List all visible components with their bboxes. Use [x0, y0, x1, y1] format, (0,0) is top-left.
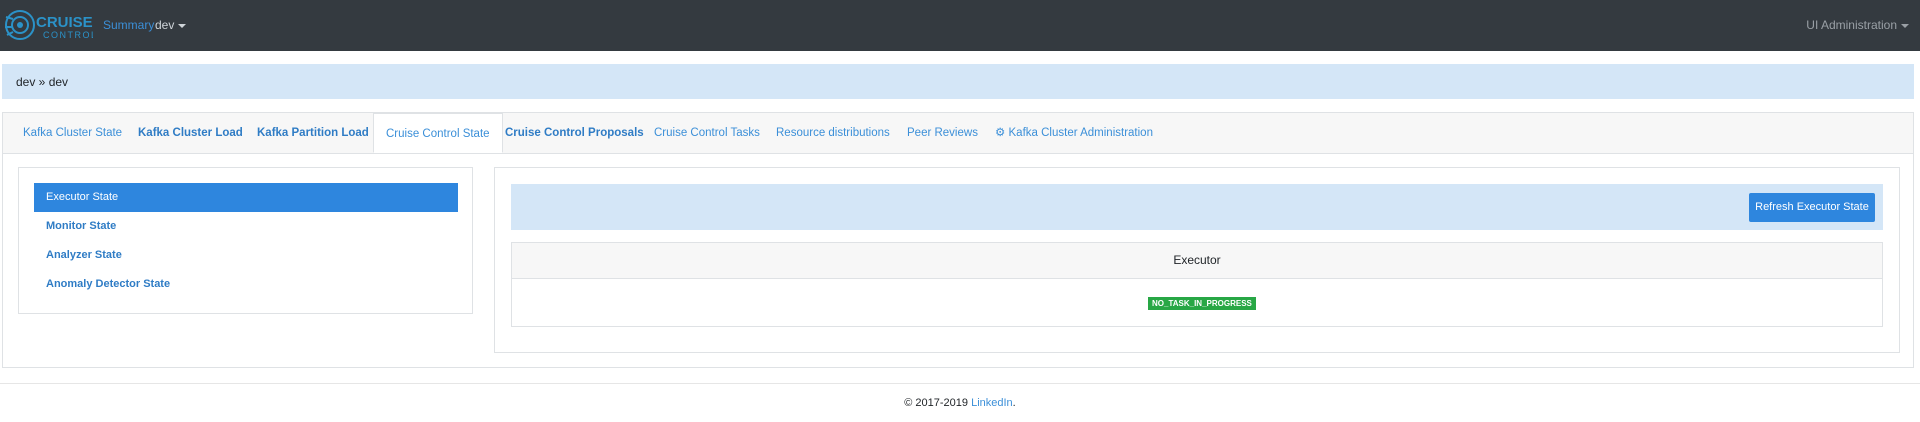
tab-kafka-partition-load[interactable]: Kafka Partition Load — [257, 113, 369, 153]
ui-administration-dropdown[interactable]: UI Administration — [1806, 18, 1909, 32]
sidebar-item-analyzer-state[interactable]: Analyzer State — [34, 241, 458, 270]
cruise-control-logo[interactable]: CRUISE CONTROL — [3, 5, 96, 45]
executor-state-panel: Refresh Executor State Executor NO_TASK_… — [494, 167, 1900, 353]
tab-kafka-cluster-administration[interactable]: ⚙ Kafka Cluster Administration — [995, 113, 1153, 153]
cluster-dropdown[interactable]: dev — [155, 18, 187, 32]
logo-text-top: CRUISE — [36, 14, 93, 31]
breadcrumb: dev » dev — [2, 64, 1914, 99]
sidebar-item-monitor-state[interactable]: Monitor State — [34, 212, 458, 241]
tab-bar: Kafka Cluster State Kafka Cluster Load K… — [3, 113, 1913, 154]
top-navbar: CRUISE CONTROL Summary dev UI Administra… — [0, 0, 1920, 51]
chevron-down-icon — [178, 23, 187, 28]
sidebar-item-executor-state[interactable]: Executor State — [34, 183, 458, 212]
ui-administration-label: UI Administration — [1806, 18, 1897, 32]
tab-resource-distributions[interactable]: Resource distributions — [776, 113, 890, 153]
logo-graphic: CRUISE CONTROL — [5, 10, 96, 40]
sidebar-item-anomaly-detector-state[interactable]: Anomaly Detector State — [34, 270, 458, 299]
gear-icon: ⚙ — [995, 127, 1006, 139]
state-navigation-panel: Executor State Monitor State Analyzer St… — [18, 167, 473, 314]
footer-copyright: © 2017-2019 — [904, 397, 969, 409]
linkedin-link[interactable]: LinkedIn — [971, 397, 1013, 409]
footer-divider — [0, 383, 1920, 384]
tab-kafka-cluster-administration-label: Kafka Cluster Administration — [1008, 127, 1153, 139]
refresh-executor-state-button[interactable]: Refresh Executor State — [1749, 193, 1875, 222]
footer: © 2017-2019 LinkedIn. — [0, 397, 1920, 409]
status-badge: NO_TASK_IN_PROGRESS — [1148, 297, 1256, 310]
tab-cruise-control-tasks[interactable]: Cruise Control Tasks — [654, 113, 760, 153]
chevron-down-icon — [1901, 23, 1909, 28]
executor-toolbar: Refresh Executor State — [511, 184, 1883, 230]
logo-text-bottom: CONTROL — [43, 30, 93, 40]
breadcrumb-text: dev » dev — [16, 75, 69, 89]
cluster-dropdown-label: dev — [155, 18, 175, 32]
tab-peer-reviews[interactable]: Peer Reviews — [907, 113, 978, 153]
executor-table-header: Executor — [512, 243, 1882, 279]
tab-kafka-cluster-load[interactable]: Kafka Cluster Load — [138, 113, 243, 153]
tab-kafka-cluster-state[interactable]: Kafka Cluster State — [23, 113, 122, 153]
tab-cruise-control-proposals[interactable]: Cruise Control Proposals — [505, 113, 644, 153]
footer-suffix: . — [1012, 397, 1016, 409]
summary-link[interactable]: Summary — [103, 18, 154, 32]
executor-table: Executor NO_TASK_IN_PROGRESS — [511, 242, 1883, 327]
tab-cruise-control-state[interactable]: Cruise Control State — [373, 113, 503, 153]
main-card: Kafka Cluster State Kafka Cluster Load K… — [2, 112, 1914, 368]
